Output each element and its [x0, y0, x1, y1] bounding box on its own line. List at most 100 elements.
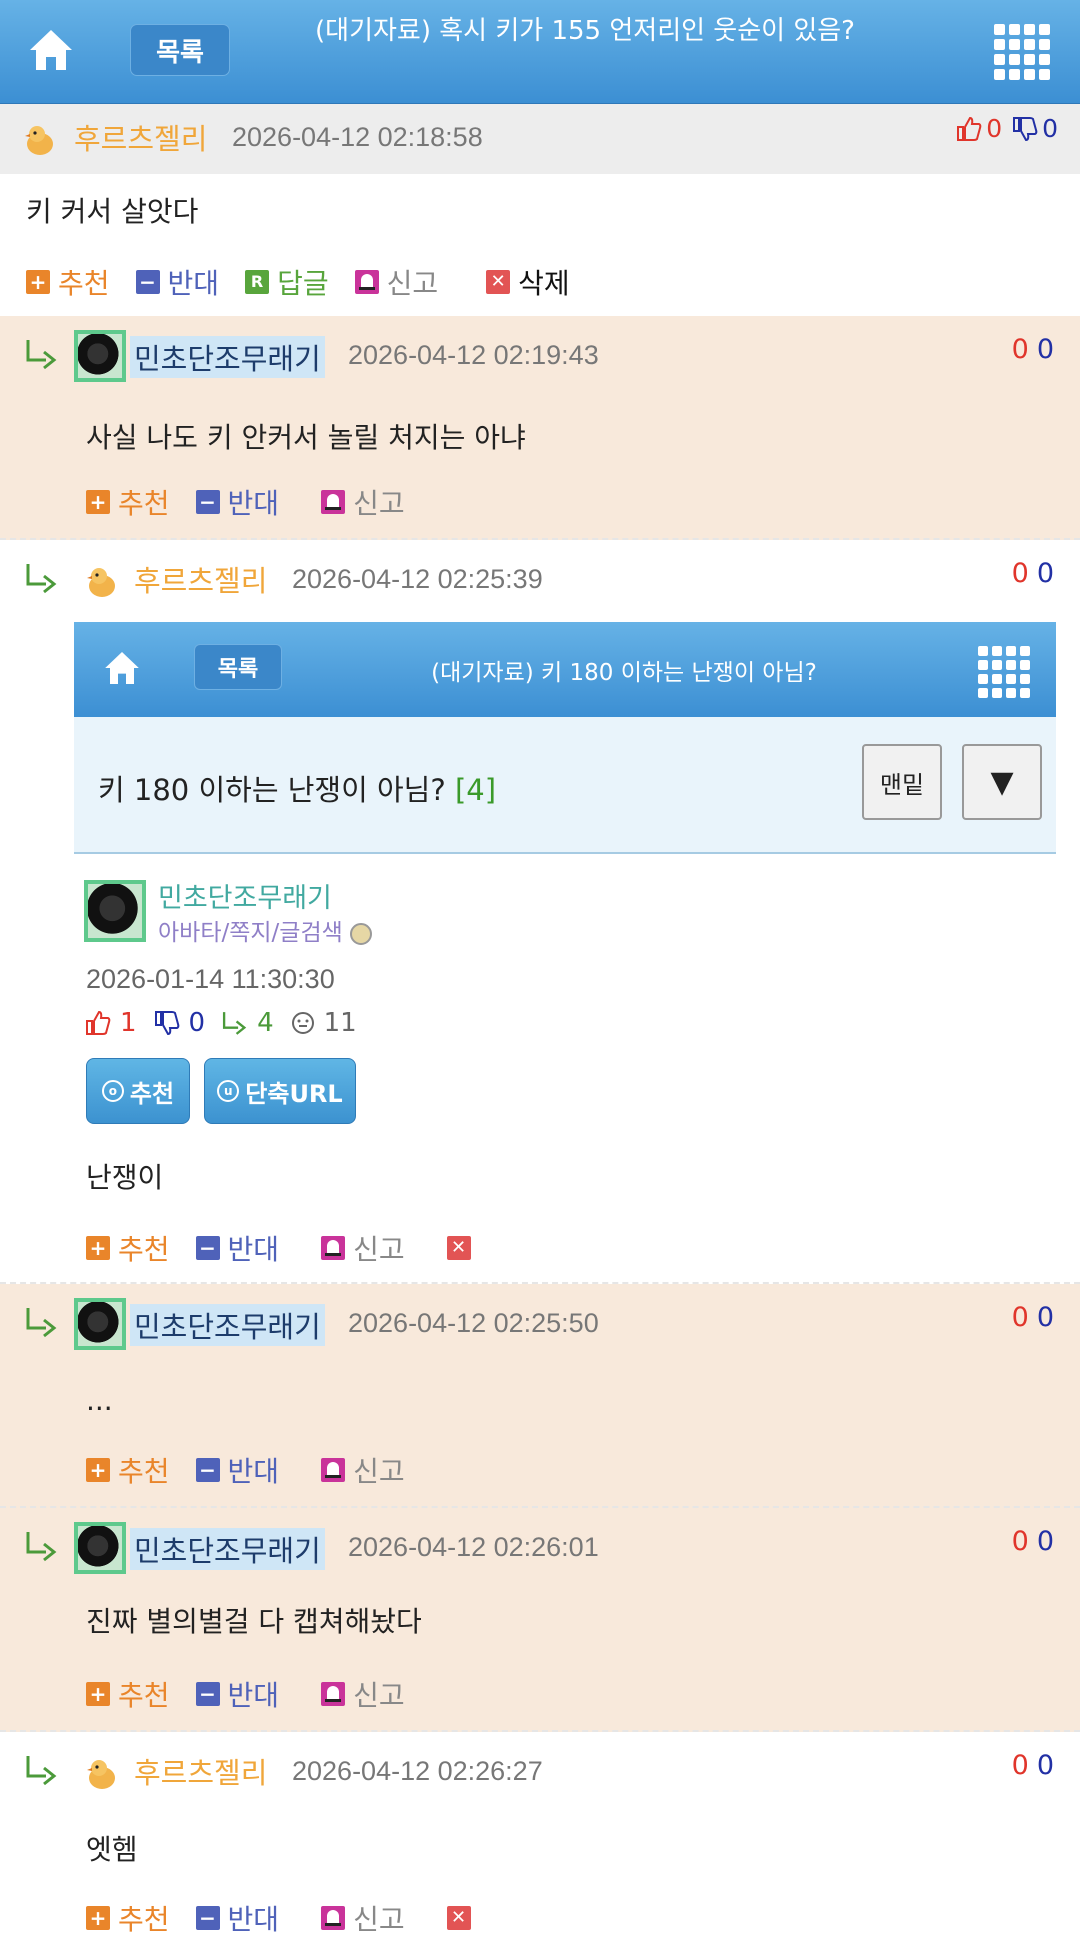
avatar[interactable] — [74, 1522, 126, 1574]
siren-icon — [321, 1682, 346, 1706]
badge-icon — [350, 922, 373, 945]
upvote-count: 0 — [986, 114, 1003, 143]
plus-icon: + — [86, 490, 110, 514]
siren-icon — [321, 1236, 346, 1260]
reply-icon: R — [245, 270, 270, 294]
report-button[interactable]: 신고 — [321, 1898, 405, 1938]
reply-nickname[interactable]: 후르츠젤리 — [134, 558, 267, 600]
views-icon — [291, 1012, 314, 1034]
report-button[interactable]: 신고 — [321, 1450, 405, 1490]
reply-timestamp: 2026-04-12 02:25:39 — [292, 564, 543, 594]
reply-button[interactable]: R 답글 — [245, 262, 329, 302]
minus-icon: − — [195, 1458, 220, 1482]
oppose-button[interactable]: − 반대 — [195, 1228, 279, 1268]
embedded-screenshot: 목록 (대기자료) 키 180 이하는 난쟁이 아님? 키 180 이하는 난쟁… — [74, 622, 1056, 854]
avatar[interactable] — [74, 1298, 126, 1350]
minus-icon: − — [135, 270, 160, 294]
comment-text: 키 커서 살앗다 — [26, 195, 199, 228]
reply-item: 민초단조무래기 2026-04-12 02:26:01 00 진짜 별의별걸 다… — [0, 1508, 1080, 1732]
embedded-post-header: 키 180 이하는 난쟁이 아님? [4] 맨밑 ▼ — [74, 717, 1056, 854]
vote-counts: 0 0 — [955, 114, 1058, 143]
avatar[interactable] — [74, 330, 126, 382]
reply-arrow-icon — [26, 564, 57, 594]
embedded-question: 키 180 이하는 난쟁이 아님? [4] — [98, 773, 497, 807]
reply-item: 민초단조무래기 2026-04-12 02:19:43 00 사실 나도 키 안… — [0, 316, 1080, 540]
reply-timestamp: 2026-04-12 02:26:01 — [348, 1532, 599, 1562]
siren-icon — [321, 490, 346, 514]
report-button[interactable]: 신고 — [354, 262, 438, 302]
chevron-down-icon: ▼ — [962, 744, 1042, 820]
reply-nickname[interactable]: 후르츠젤리 — [134, 1750, 267, 1792]
recommend-button[interactable]: + 추천 — [86, 1674, 170, 1714]
reply-nickname[interactable]: 민초단조무래기 — [130, 1304, 325, 1346]
downvote-count: 0 — [1042, 114, 1058, 143]
report-button[interactable]: 신고 — [321, 482, 405, 522]
reply-timestamp: 2026-04-12 02:19:43 — [348, 340, 599, 370]
reply-arrow-icon — [26, 340, 57, 370]
comment-nickname[interactable]: 후르츠젤리 — [74, 116, 207, 158]
reply-timestamp: 2026-04-12 02:26:27 — [292, 1756, 543, 1786]
embedded-nickname: 민초단조무래기 — [158, 883, 332, 914]
reply-vote-counts: 00 — [1011, 1750, 1054, 1781]
reply-text: 난쟁이 — [86, 1161, 164, 1194]
oppose-button[interactable]: − 반대 — [135, 262, 219, 302]
reply-text: 진짜 별의별걸 다 캡쳐해놨다 — [86, 1605, 422, 1638]
recommend-button[interactable]: + 추천 — [86, 1228, 170, 1268]
chick-avatar-icon — [87, 568, 115, 597]
recommend-button[interactable]: + 추천 — [86, 1898, 170, 1938]
plus-icon: + — [86, 1458, 110, 1482]
page-title: (대기자료) 혹시 키가 155 언저리인 웃순이 있음? — [315, 16, 855, 46]
reply-vote-counts: 00 — [1011, 558, 1054, 589]
thumbs-up-icon — [86, 1010, 111, 1035]
minus-icon: − — [195, 490, 220, 514]
thumbs-up-icon[interactable] — [955, 115, 983, 143]
reply-actions: + 추천 − 반대 신고 ✕ — [86, 1898, 505, 1938]
reply-vote-counts: 00 — [1011, 1526, 1054, 1557]
oppose-button[interactable]: − 반대 — [195, 482, 279, 522]
comment-actions: + 추천 − 반대 R 답글 신고 ✕ 삭제 — [26, 262, 596, 302]
plus-icon: + — [86, 1906, 110, 1930]
embedded-nav-bar: 목록 (대기자료) 키 180 이하는 난쟁이 아님? — [74, 622, 1056, 717]
reply-timestamp: 2026-04-12 02:25:50 — [348, 1308, 599, 1338]
oppose-button[interactable]: − 반대 — [195, 1450, 279, 1490]
close-icon: ✕ — [446, 1236, 471, 1260]
minus-icon: − — [195, 1906, 220, 1930]
home-icon[interactable] — [26, 26, 76, 74]
embedded-reply-count: [4] — [454, 773, 497, 807]
reply-arrow-icon — [26, 1308, 57, 1338]
delete-button[interactable]: ✕ 삭제 — [486, 262, 570, 302]
reply-actions: + 추천 − 반대 신고 ✕ — [86, 1228, 505, 1268]
siren-icon — [321, 1906, 346, 1930]
plus-icon: + — [26, 270, 50, 294]
recommend-button[interactable]: + 추천 — [26, 262, 110, 302]
report-button[interactable]: 신고 — [321, 1228, 405, 1268]
plus-icon: + — [86, 1236, 110, 1260]
oppose-button[interactable]: − 반대 — [195, 1674, 279, 1714]
plus-icon: + — [86, 1682, 110, 1706]
thumbs-down-icon — [154, 1011, 179, 1036]
embedded-list-button: 목록 — [194, 644, 282, 690]
report-button[interactable]: 신고 — [321, 1674, 405, 1714]
minus-icon: − — [195, 1236, 220, 1260]
comment-timestamp: 2026-04-12 02:18:58 — [232, 122, 483, 152]
embedded-user-links: 아바타/쪽지/글검색 — [158, 913, 373, 947]
menu-grid-icon[interactable] — [994, 24, 1050, 80]
delete-button[interactable]: ✕ — [446, 1236, 479, 1260]
oppose-button[interactable]: − 반대 — [195, 1898, 279, 1938]
reply-text: ... — [86, 1384, 113, 1417]
list-button[interactable]: 목록 — [130, 24, 230, 76]
thumbs-down-icon[interactable] — [1011, 115, 1039, 143]
reply-nickname[interactable]: 민초단조무래기 — [130, 1528, 325, 1570]
reply-arrow-icon — [26, 1756, 57, 1786]
embedded-title: (대기자료) 키 180 이하는 난쟁이 아님? — [431, 659, 817, 686]
delete-button[interactable]: ✕ — [446, 1906, 479, 1930]
embedded-date: 2026-01-14 11:30:30 — [86, 964, 335, 994]
embedded-avatar — [84, 880, 146, 942]
recommend-button[interactable]: + 추천 — [86, 482, 170, 522]
embedded-recommend-button: o 추천 — [86, 1058, 190, 1124]
reply-arrow-icon — [223, 1012, 247, 1035]
close-icon: ✕ — [486, 270, 511, 294]
comment-header: 후르츠젤리 2026-04-12 02:18:58 0 0 — [0, 104, 1080, 174]
reply-nickname[interactable]: 민초단조무래기 — [130, 336, 325, 378]
recommend-button[interactable]: + 추천 — [86, 1450, 170, 1490]
